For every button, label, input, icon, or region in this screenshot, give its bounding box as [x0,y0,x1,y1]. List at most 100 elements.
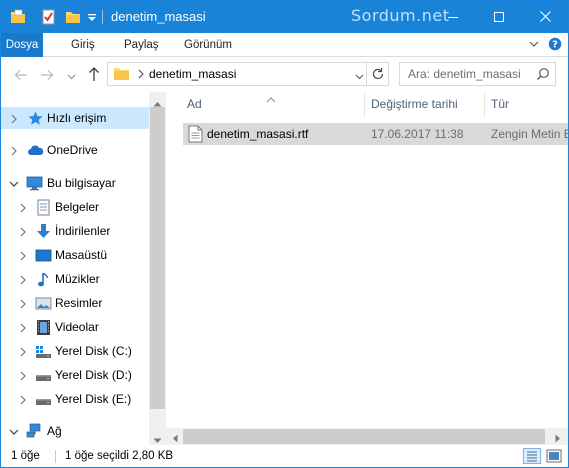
chevron-right-icon[interactable] [137,68,145,80]
chevron-down-icon[interactable] [87,8,97,26]
desktop-icon [35,247,52,264]
folder-icon[interactable] [9,8,27,26]
refresh-icon[interactable] [370,66,386,82]
scrollbar-thumb[interactable] [150,107,165,409]
sidebar-item-documents[interactable]: Belgeler [1,196,149,218]
address-divider [366,63,367,85]
sidebar-item-onedrive[interactable]: OneDrive [1,139,149,161]
table-row[interactable]: denetim_masasi.rtf 17.06.2017 11:38 Zeng… [183,123,568,145]
sidebar-item-label: İndirilenler [55,224,111,238]
file-type: Zengin Metin Biçimi [491,127,568,141]
address-path[interactable]: denetim_masasi [149,67,236,81]
sidebar-item-drive-d[interactable]: Yerel Disk (D:) [1,364,149,386]
sidebar-item-label: Resimler [55,296,103,310]
chevron-left-icon[interactable] [172,432,178,443]
window-title: denetim_masasi [111,9,206,24]
chevron-right-icon[interactable] [19,298,27,309]
new-folder-icon[interactable] [64,8,82,26]
maximize-button[interactable] [476,1,522,32]
navigation-bar: denetim_masasi Ara: denetim_masasi [1,58,568,92]
search-input[interactable]: Ara: denetim_masasi [408,67,521,81]
sidebar-item-label: Hızlı erişim [47,111,107,125]
column-header-name[interactable]: Ad [187,97,202,115]
chevron-down-icon[interactable] [355,70,364,80]
chevron-right-icon[interactable] [10,113,18,124]
chevron-up-icon[interactable] [153,96,162,107]
close-button[interactable] [522,1,568,32]
selection-info: 1 öğe seçildi 2,80 KB [65,450,174,462]
status-divider [55,450,56,463]
downloads-icon [35,223,52,240]
music-icon [35,271,52,288]
chevron-right-icon[interactable] [555,432,561,443]
search-icon[interactable] [536,67,550,81]
column-header-type[interactable]: Tür [491,97,509,115]
sidebar-item-music[interactable]: Müzikler [1,268,149,290]
network-icon [26,423,43,440]
chevron-right-icon[interactable] [19,202,27,213]
sidebar-item-label: Ağ [47,424,62,438]
back-icon[interactable] [13,67,29,83]
sidebar-item-label: Yerel Disk (C:) [55,344,132,358]
toolbar-separator [102,10,103,24]
sidebar-item-network[interactable]: Ağ [1,420,149,442]
chevron-down-icon[interactable] [9,178,19,188]
sidebar-item-desktop[interactable]: Masaüstü [1,244,149,266]
expand-ribbon-icon[interactable] [528,38,540,50]
sidebar-item-label: Müzikler [55,272,100,286]
up-arrow-icon[interactable] [86,65,102,83]
file-list: Ad Değiştirme tarihi Tür denetim_masasi.… [166,92,568,426]
star-icon [27,110,44,127]
chevron-down-icon[interactable] [153,433,162,443]
large-icons-view-button[interactable] [545,448,563,464]
search-box[interactable]: Ara: denetim_masasi [399,62,556,86]
column-divider[interactable] [484,92,485,118]
properties-icon[interactable] [41,8,57,26]
chevron-right-icon[interactable] [19,226,27,237]
status-bar: 1 öğe 1 öğe seçildi 2,80 KB [1,445,568,467]
navigation-scrollbar[interactable] [149,92,166,445]
tab-home[interactable]: Giriş [71,33,95,57]
file-name: denetim_masasi.rtf [207,127,309,141]
chevron-right-icon[interactable] [19,346,27,357]
scrollbar-thumb[interactable] [183,429,545,444]
videos-icon [35,319,52,336]
sidebar-item-drive-c[interactable]: Yerel Disk (C:) [1,340,149,362]
column-divider[interactable] [364,92,365,118]
tab-share[interactable]: Paylaş [124,33,159,57]
forward-icon[interactable] [39,67,55,83]
chevron-right-icon[interactable] [19,250,27,261]
recent-locations-icon[interactable] [67,70,76,80]
sidebar-item-drive-e[interactable]: Yerel Disk (E:) [1,388,149,410]
tab-view[interactable]: Görünüm [184,33,232,57]
address-bar[interactable]: denetim_masasi [107,62,389,86]
documents-icon [35,199,52,216]
details-view-button[interactable] [523,448,541,464]
file-list-scrollbar[interactable] [166,428,568,445]
sidebar-item-videos[interactable]: Videolar [1,316,149,338]
title-bar[interactable]: denetim_masasi Sordum.net [1,1,568,33]
chevron-right-icon[interactable] [10,145,18,156]
help-icon[interactable]: ? [548,37,562,51]
chevron-right-icon[interactable] [19,274,27,285]
sidebar-item-label: Yerel Disk (D:) [55,368,132,382]
tab-file[interactable]: Dosya [1,33,43,57]
sidebar-item-label: Belgeler [55,200,100,214]
sidebar-item-quick-access[interactable]: Hızlı erişim [1,107,149,129]
chevron-right-icon[interactable] [19,370,27,381]
column-header-date[interactable]: Değiştirme tarihi [371,97,458,115]
sidebar-item-pictures[interactable]: Resimler [1,292,149,314]
chevron-down-icon[interactable] [9,426,19,436]
pictures-icon [35,295,52,312]
sidebar-item-this-pc[interactable]: Bu bilgisayar [1,172,149,194]
chevron-right-icon[interactable] [19,322,27,333]
sort-ascending-icon [266,92,276,103]
minimize-button[interactable] [430,1,476,32]
drive-icon [35,391,52,408]
sidebar-item-downloads[interactable]: İndirilenler [1,220,149,242]
navigation-pane: Hızlı erişim OneDrive Bu bilgisayar Belg… [1,92,149,445]
chevron-right-icon[interactable] [19,394,27,405]
rtf-file-icon [188,125,203,143]
sidebar-item-label: OneDrive [47,143,98,157]
sidebar-item-label: Yerel Disk (E:) [55,392,132,406]
